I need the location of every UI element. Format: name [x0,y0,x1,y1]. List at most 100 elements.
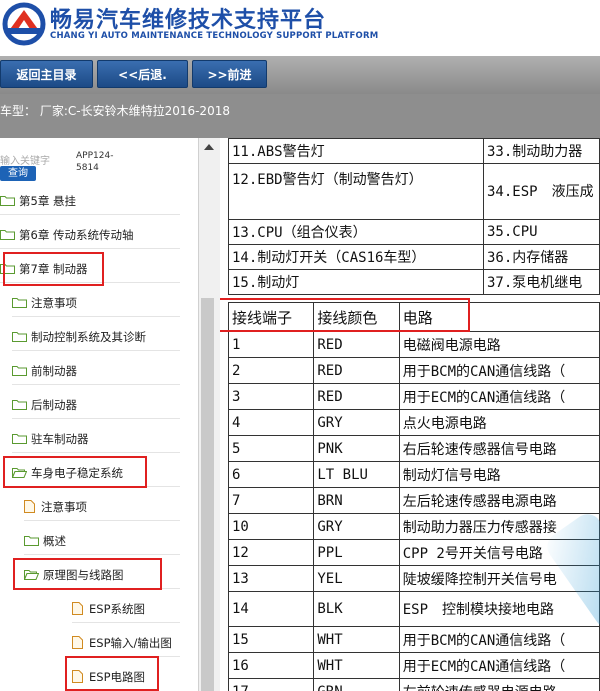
table-cell: 36.内存储器 [483,244,600,270]
header-wire-color: 接线颜色 [313,302,400,332]
circuit-cell: 左前轮速传感器电源电路 [398,678,600,691]
color-cell: RED [313,383,400,410]
scroll-up-arrow-icon[interactable] [204,144,214,150]
terminal-cell: 15 [227,626,315,653]
scrollbar-thumb[interactable] [201,298,214,691]
color-cell: YEL [313,565,400,592]
circuit-cell: CPP 2号开关信号电路 [398,539,600,566]
circuit-cell: 制动灯信号电路 [398,461,600,488]
navigation-tree: 输入关键字 查询 APP124-5814 第5章 悬挂 第6章 传动系统传动轴 … [0,138,198,691]
tree-item-chapter-5[interactable]: 第5章 悬挂 [0,190,76,212]
tree-item-label: 概述 [43,534,66,548]
terminal-cell: 7 [227,487,315,514]
tree-item-esp-io-diagram[interactable]: ESP输入/输出图 [72,632,172,654]
table-cell: 11.ABS警告灯 [228,138,484,164]
folder-open-icon [24,570,39,580]
table-row: 3 RED 用于ECM的CAN通信线路（ [227,383,600,410]
tree-item-esp-system[interactable]: 车身电子稳定系统 [12,462,123,484]
tree-item-label: ESP系统图 [89,602,146,616]
forward-button[interactable]: >>前进 [192,60,267,88]
tree-item-label: 第6章 传动系统传动轴 [19,228,134,242]
folder-icon [0,196,15,206]
table-row: 14 BLK ESP 控制模块接地电路 [227,591,600,627]
terminal-cell: 2 [227,357,315,384]
tree-item-chapter-7[interactable]: 第7章 制动器 [0,258,87,280]
color-cell: GRN [313,678,400,691]
tree-item-label: ESP电路图 [89,670,146,684]
toolbar: 返回主目录 <<后退. >>前进 [0,56,600,94]
color-cell: WHT [313,652,400,679]
color-cell: BRN [313,487,400,514]
terminal-cell: 10 [227,513,315,540]
tree-item-label: 车身电子稳定系统 [31,466,123,480]
terminal-cell: 4 [227,409,315,436]
app-id-label: APP124-5814 [76,151,114,173]
table-row: 2 RED 用于BCM的CAN通信线路（ [227,357,600,384]
color-cell: PPL [313,539,400,566]
tree-item-esp-circuit-diagram[interactable]: ESP电路图 [72,666,145,688]
table-row: 17GRN左前轮速传感器电源电路 [227,678,600,691]
circuit-cell: 制动助力器压力传感器接 [398,513,600,540]
circuit-cell: 陡坡缓降控制开关信号电 [398,565,600,592]
folder-icon [0,264,15,274]
table-row: 4 GRY 点火电源电路 [227,409,600,436]
color-cell: RED [313,357,400,384]
tree-item-label: 驻车制动器 [31,432,89,446]
terminal-cell: 1 [227,331,315,358]
tree-item-label: 前制动器 [31,364,77,378]
circuit-cell: 左后轮速传感器电源电路 [398,487,600,514]
tree-item-parking-brake[interactable]: 驻车制动器 [12,428,89,450]
back-button[interactable]: <<后退. [97,60,188,88]
tree-item-chapter-6[interactable]: 第6章 传动系统传动轴 [0,224,133,246]
car-type-text: 车型： 厂家:C-长安铃木维特拉2016-2018 [0,104,230,118]
document-icon [72,670,83,683]
table-header-row: 接线端子 接线颜色 电路 [227,302,600,332]
tree-item-front-brake[interactable]: 前制动器 [12,360,77,382]
tree-item-label: 后制动器 [31,398,77,412]
platform-subtitle: CHANG YI AUTO MAINTENANCE TECHNOLOGY SUP… [50,31,379,41]
chang-yi-logo-icon [2,2,46,46]
circuit-cell: 用于ECM的CAN通信线路（ [398,652,600,679]
tree-item-brake-control[interactable]: 制动控制系统及其诊断 [12,326,146,348]
header: 畅易汽车维修技术支持平台 CHANG YI AUTO MAINTENANCE T… [0,0,600,56]
folder-open-icon [12,468,27,478]
home-button[interactable]: 返回主目录 [0,60,93,88]
tree-item-schematics[interactable]: 原理图与线路图 [24,564,124,586]
folder-icon [12,400,27,410]
circuit-cell: 用于BCM的CAN通信线路（ [398,357,600,384]
tree-item-label: ESP输入/输出图 [89,636,172,650]
panel-scrollbar[interactable] [198,138,220,691]
tree-item-rear-brake[interactable]: 后制动器 [12,394,77,416]
terminal-cell: 6 [227,461,315,488]
terminal-cell: 12 [227,539,315,566]
tree-item-overview[interactable]: 概述 [24,530,66,552]
search-input[interactable]: 输入关键字 [0,152,50,167]
color-cell: LT BLU [313,461,400,488]
circuit-cell: 点火电源电路 [398,409,600,436]
search-button[interactable]: 查询 [0,166,36,181]
tree-item-label: 注意事项 [41,500,87,514]
table-cell: 12.EBD警告灯（制动警告灯） [228,163,484,220]
tree-item-esp-system-diagram[interactable]: ESP系统图 [72,598,145,620]
table-cell: 14.制动灯开关（CAS16车型） [228,244,484,270]
table-row: 13.CPU（组合仪表） 35.CPU [228,219,600,245]
table-row: 12 PPL CPP 2号开关信号电路 [227,539,600,566]
color-cell: BLK [313,591,400,627]
document-icon [72,636,83,649]
table-row: 15 WHT 用于BCM的CAN通信线路（ [227,626,600,653]
table-row: 1 RED 电磁阀电源电路 [227,331,600,358]
terminal-cell: 14 [227,591,315,627]
circuit-cell: ESP 控制模块接地电路 [398,591,600,627]
header-terminal: 接线端子 [227,302,315,332]
table-row: 12.EBD警告灯（制动警告灯） 34.ESP 液压成 [228,163,600,220]
table-row: 5 PNK 右后轮速传感器信号电路 [227,435,600,462]
header-circuit: 电路 [398,302,600,332]
car-type-bar: 车型： 厂家:C-长安铃木维特拉2016-2018 [0,94,600,138]
tree-item-esp-precautions[interactable]: 注意事项 [24,496,87,518]
table-row: 6 LT BLU 制动灯信号电路 [227,461,600,488]
table-row: 13 YEL 陡坡缓降控制开关信号电 [227,565,600,592]
circuit-cell: 用于ECM的CAN通信线路（ [398,383,600,410]
component-legend-table: 11.ABS警告灯 33.制动助力器 12.EBD警告灯（制动警告灯） 34.E… [228,138,600,295]
table-cell: 33.制动助力器 [483,138,600,164]
tree-item-precautions[interactable]: 注意事项 [12,292,77,314]
